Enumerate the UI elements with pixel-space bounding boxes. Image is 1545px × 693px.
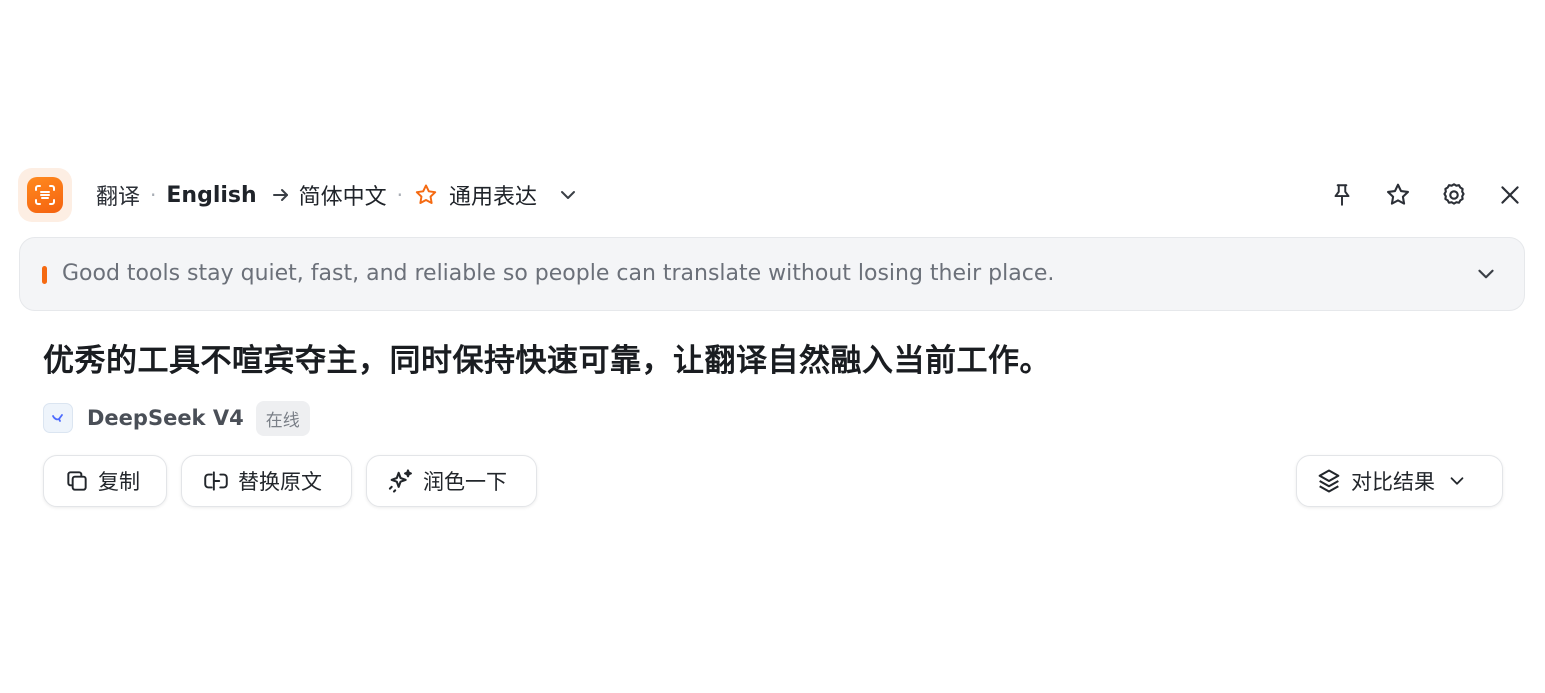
replace-source-button[interactable]: 替换原文 <box>181 455 352 507</box>
style-label[interactable]: 通用表达 <box>449 179 537 211</box>
replace-icon <box>202 468 230 494</box>
source-language[interactable]: English <box>166 183 256 208</box>
header-actions <box>1325 168 1527 222</box>
copy-button[interactable]: 复制 <box>43 455 167 507</box>
copy-label: 复制 <box>98 470 140 494</box>
source-text: Good tools stay quiet, fast, and reliabl… <box>62 261 1055 286</box>
translation-result: 优秀的工具不喧宾夺主，同时保持快速可靠，让翻译自然融入当前工作。 <box>43 343 1051 379</box>
crumb-separator: · <box>150 183 157 207</box>
source-text-box[interactable]: Good tools stay quiet, fast, and reliabl… <box>19 237 1525 311</box>
star-icon <box>1387 183 1409 205</box>
star-outline-icon <box>413 182 439 208</box>
layers-icon <box>1315 467 1343 495</box>
favorite-button[interactable] <box>1381 178 1415 212</box>
engine-status-badge: 在线 <box>255 400 310 436</box>
engine-name: DeepSeek V4 <box>87 406 244 430</box>
chevron-down-icon <box>1478 269 1494 279</box>
polish-button[interactable]: 润色一下 <box>366 455 537 507</box>
arrow-right-icon <box>271 185 291 205</box>
settings-button[interactable] <box>1437 178 1471 212</box>
compare-results-button[interactable]: 对比结果 <box>1296 455 1503 507</box>
target-language[interactable]: 简体中文 <box>299 179 387 211</box>
polish-label: 润色一下 <box>423 470 507 494</box>
scan-translate-icon <box>35 185 55 205</box>
close-icon <box>1501 186 1519 204</box>
header: 翻译 · English 简体中文 · 通用表达 <box>18 168 1527 222</box>
copy-icon <box>64 468 90 494</box>
compare-label: 对比结果 <box>1351 470 1435 494</box>
chevron-down-icon <box>1447 471 1467 491</box>
source-accent-bar <box>42 266 47 284</box>
close-button[interactable] <box>1493 178 1527 212</box>
app-logo-badge <box>27 177 63 213</box>
crumb-separator-2: · <box>396 183 404 207</box>
expand-source-button[interactable] <box>1474 262 1498 286</box>
engine-info: DeepSeek V4 在线 <box>43 400 310 436</box>
app-logo <box>18 168 72 222</box>
pin-button[interactable] <box>1325 178 1359 212</box>
gear-icon <box>1443 183 1465 205</box>
replace-label: 替换原文 <box>238 470 322 494</box>
mode-label: 翻译 <box>96 185 141 210</box>
engine-logo-icon <box>43 403 73 433</box>
chevron-down-icon[interactable] <box>557 184 579 206</box>
pin-icon <box>1334 184 1350 206</box>
language-breadcrumb: 翻译 · English 简体中文 · 通用表达 <box>96 168 579 222</box>
sparkles-icon <box>387 467 415 495</box>
translator-panel: 翻译 · English 简体中文 · 通用表达 Good tools stay… <box>0 0 1545 693</box>
